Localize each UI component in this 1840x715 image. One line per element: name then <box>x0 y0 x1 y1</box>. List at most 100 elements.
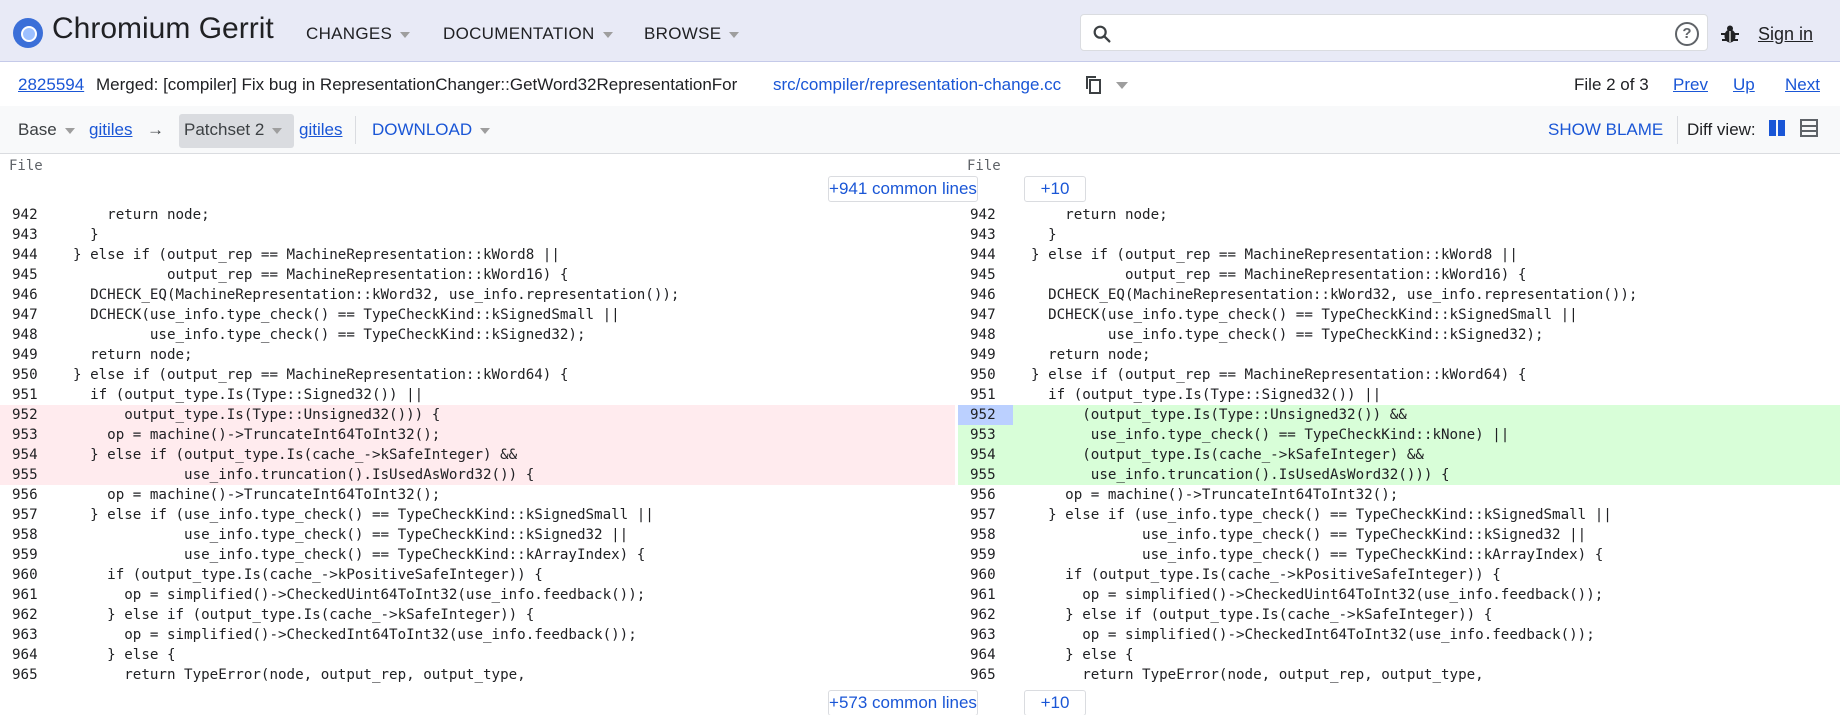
prev-file-link[interactable]: Prev <box>1673 75 1708 95</box>
right-line-number[interactable]: 946 <box>958 285 1013 305</box>
right-line-number[interactable]: 963 <box>958 625 1013 645</box>
right-line-number[interactable]: 942 <box>958 205 1013 225</box>
right-line-number[interactable]: 965 <box>958 665 1013 685</box>
gitiles-patchset-link[interactable]: gitiles <box>299 120 342 140</box>
right-line-number[interactable]: 960 <box>958 565 1013 585</box>
left-line-number[interactable]: 959 <box>0 545 55 565</box>
right-line-number[interactable]: 951 <box>958 385 1013 405</box>
right-line-number[interactable]: 962 <box>958 605 1013 625</box>
left-line-number[interactable]: 961 <box>0 585 55 605</box>
right-line-number[interactable]: 943 <box>958 225 1013 245</box>
added-code-line: (output_type.Is(Type::Unsigned32()) && <box>958 405 1840 425</box>
download-button[interactable]: DOWNLOAD <box>372 120 491 140</box>
left-line-number[interactable]: 963 <box>0 625 55 645</box>
patchset-label[interactable]: Patchset 2 <box>184 120 283 140</box>
change-number-link[interactable]: 2825594 <box>18 75 84 95</box>
right-line-number[interactable]: 947 <box>958 305 1013 325</box>
left-line-number[interactable]: 949 <box>0 345 55 365</box>
file-dropdown-chevron-icon[interactable] <box>1116 82 1128 89</box>
expand-plus-ten-bottom-button[interactable]: +10 <box>1024 690 1086 715</box>
left-code-line: } else { <box>73 647 176 663</box>
right-line-number[interactable]: 964 <box>958 645 1013 665</box>
sign-in-link[interactable]: Sign in <box>1758 24 1813 45</box>
next-file-link[interactable]: Next <box>1785 75 1820 95</box>
right-line-number[interactable]: 952 <box>958 405 1013 425</box>
left-line-number[interactable]: 944 <box>0 245 55 265</box>
right-code-line: use_info.type_check() == TypeCheckKind::… <box>1031 547 1604 563</box>
left-code-line: } else if (output_rep == MachineRepresen… <box>73 367 569 383</box>
left-code-line: if (output_type.Is(Type::Signed32()) || <box>73 387 424 403</box>
nav-documentation[interactable]: DOCUMENTATION <box>443 24 613 44</box>
left-line-number[interactable]: 953 <box>0 425 55 445</box>
right-code-line: } else if (use_info.type_check() == Type… <box>1031 507 1612 523</box>
left-code-line: if (output_type.Is(cache_->kPositiveSafe… <box>73 567 543 583</box>
left-line-number[interactable]: 958 <box>0 525 55 545</box>
left-line-number[interactable]: 943 <box>0 225 55 245</box>
nav-browse[interactable]: BROWSE <box>644 24 740 44</box>
right-line-number[interactable]: 950 <box>958 365 1013 385</box>
search-input[interactable]: ? <box>1080 14 1708 51</box>
diff-view: File File +941 common lines +10 +573 com… <box>0 155 1840 715</box>
right-line-number[interactable]: 955 <box>958 465 1013 485</box>
left-code-line: } else if (use_info.type_check() == Type… <box>73 507 654 523</box>
right-line-number[interactable]: 948 <box>958 325 1013 345</box>
right-line-number[interactable]: 949 <box>958 345 1013 365</box>
right-code-line: if (output_type.Is(cache_->kPositiveSafe… <box>1031 567 1501 583</box>
right-line-number[interactable]: 956 <box>958 485 1013 505</box>
right-line-number[interactable]: 954 <box>958 445 1013 465</box>
left-code-line: return node; <box>73 347 193 363</box>
chromium-logo-icon[interactable] <box>13 18 43 48</box>
bug-report-icon[interactable] <box>1718 22 1742 46</box>
search-icon <box>1093 25 1111 43</box>
unified-view-icon[interactable] <box>1800 119 1818 137</box>
left-line-number[interactable]: 956 <box>0 485 55 505</box>
copy-icon[interactable] <box>1085 75 1103 95</box>
right-line-number[interactable]: 958 <box>958 525 1013 545</box>
left-code-line: op = simplified()->CheckedInt64ToInt32(u… <box>73 627 637 643</box>
left-line-number[interactable]: 962 <box>0 605 55 625</box>
left-line-number[interactable]: 954 <box>0 445 55 465</box>
app-title[interactable]: Chromium Gerrit <box>52 12 274 46</box>
right-line-number[interactable]: 945 <box>958 265 1013 285</box>
right-code-line: if (output_type.Is(Type::Signed32()) || <box>1031 387 1382 403</box>
right-file-label: File <box>967 158 1001 174</box>
left-line-number[interactable]: 960 <box>0 565 55 585</box>
side-by-side-view-icon[interactable] <box>1768 119 1786 137</box>
left-code-line: output_rep == MachineRepresentation::kWo… <box>73 267 569 283</box>
left-line-number[interactable]: 957 <box>0 505 55 525</box>
left-line-number[interactable]: 964 <box>0 645 55 665</box>
nav-changes[interactable]: CHANGES <box>306 24 411 44</box>
right-line-number[interactable]: 961 <box>958 585 1013 605</box>
left-code-line: } else if (output_type.Is(cache_->kSafeI… <box>73 607 535 623</box>
right-code-line: use_info.type_check() == TypeCheckKind::… <box>1031 527 1587 543</box>
up-link[interactable]: Up <box>1733 75 1755 95</box>
right-code-line: } else if (output_rep == MachineRepresen… <box>1031 247 1518 263</box>
help-icon[interactable]: ? <box>1675 22 1699 46</box>
left-line-number[interactable]: 948 <box>0 325 55 345</box>
show-blame-button[interactable]: SHOW BLAME <box>1548 120 1663 140</box>
gitiles-base-link[interactable]: gitiles <box>89 120 132 140</box>
left-line-number[interactable]: 965 <box>0 665 55 685</box>
right-line-number[interactable]: 944 <box>958 245 1013 265</box>
left-line-number[interactable]: 945 <box>0 265 55 285</box>
expand-common-lines-top-button[interactable]: +941 common lines <box>828 176 978 202</box>
left-code-line: DCHECK_EQ(MachineRepresentation::kWord32… <box>73 287 680 303</box>
left-line-number[interactable]: 942 <box>0 205 55 225</box>
right-line-number[interactable]: 959 <box>958 545 1013 565</box>
right-line-number[interactable]: 953 <box>958 425 1013 445</box>
left-line-number[interactable]: 952 <box>0 405 55 425</box>
left-line-number[interactable]: 955 <box>0 465 55 485</box>
left-line-number[interactable]: 947 <box>0 305 55 325</box>
toolbar-divider <box>1677 116 1678 144</box>
left-line-number[interactable]: 951 <box>0 385 55 405</box>
diff-toolbar: Base gitiles → Patchset 2 gitiles DOWNLO… <box>0 106 1840 154</box>
right-line-number[interactable]: 957 <box>958 505 1013 525</box>
chevron-down-icon <box>480 127 491 134</box>
left-line-number[interactable]: 946 <box>0 285 55 305</box>
left-line-number[interactable]: 950 <box>0 365 55 385</box>
expand-common-lines-bottom-button[interactable]: +573 common lines <box>828 690 978 715</box>
expand-plus-ten-top-button[interactable]: +10 <box>1024 176 1086 202</box>
base-dropdown[interactable]: Base <box>18 120 75 140</box>
file-path-link[interactable]: src/compiler/representation-change.cc <box>773 75 1061 95</box>
file-position: File 2 of 3 <box>1574 75 1649 94</box>
